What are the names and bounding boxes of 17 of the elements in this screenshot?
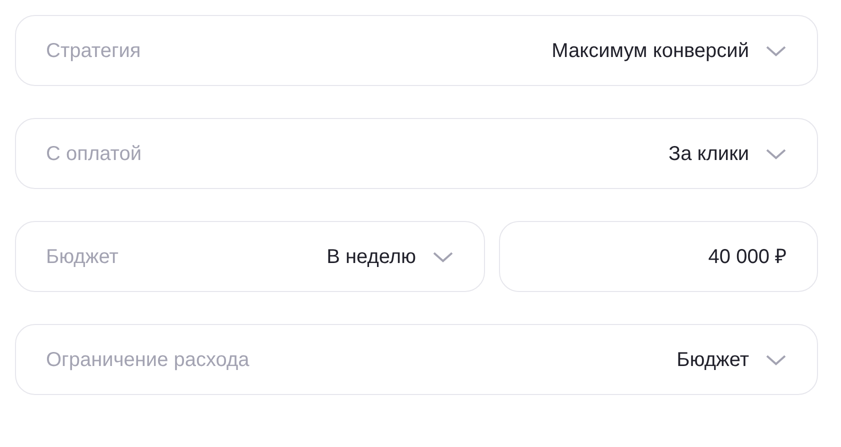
field-label: Ограничение расхода: [46, 348, 250, 372]
select-field[interactable]: Стратегия Максимум конверсий: [15, 15, 818, 86]
field-label: Бюджет: [46, 244, 118, 270]
field-label: С оплатой: [46, 142, 142, 166]
field-label: Стратегия: [46, 38, 141, 64]
chevron-down-icon: [765, 352, 787, 366]
amount-field[interactable]: 40 000 ₽: [499, 221, 818, 292]
selected-value: Максимум конверсий: [552, 38, 749, 64]
select-field[interactable]: Бюджет В неделю: [15, 221, 485, 292]
select-field[interactable]: Ограничение расхода Бюджет: [15, 324, 818, 395]
chevron-down-icon: [432, 250, 454, 264]
selected-value: Бюджет: [676, 348, 749, 372]
chevron-down-icon: [765, 146, 787, 160]
chevron-down-icon: [765, 44, 787, 58]
select-field[interactable]: С оплатой За клики: [15, 118, 818, 189]
selected-value: В неделю: [326, 244, 416, 270]
selected-value: За клики: [668, 142, 749, 166]
